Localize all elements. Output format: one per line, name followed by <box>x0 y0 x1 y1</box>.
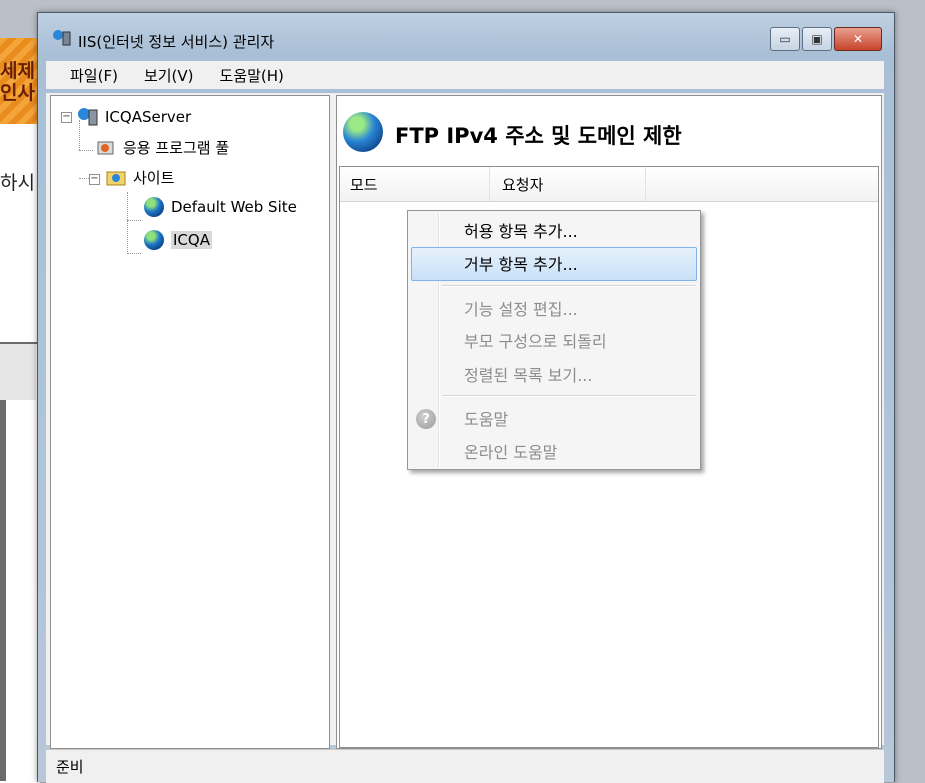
close-button[interactable]: ✕ <box>834 27 882 51</box>
menu-item-label: 도움말 <box>464 410 509 429</box>
menu-item-label: 거부 항목 추가... <box>464 255 578 274</box>
menu-item-edit-feature-settings[interactable]: 기능 설정 편집... <box>464 293 578 323</box>
feature-globe-icon <box>343 112 383 152</box>
connections-tree: − ICQAServer 응용 프로그램 풀 − 사이트 Default Web… <box>50 95 330 749</box>
tree-item-label: 응용 프로그램 풀 <box>123 138 230 157</box>
tree-item-sites[interactable]: 사이트 <box>105 164 174 190</box>
expander-server[interactable]: − <box>61 112 72 123</box>
minimize-button[interactable]: ▭ <box>770 27 800 51</box>
tree-line <box>127 253 141 254</box>
status-bar: 준비 <box>46 749 884 783</box>
menu-item-add-allow[interactable]: 허용 항목 추가... <box>464 215 578 245</box>
iis-app-icon <box>52 29 72 51</box>
background-window-pane <box>0 124 40 342</box>
menu-item-view-ordered-list[interactable]: 정렬된 목록 보기... <box>464 359 592 389</box>
expander-sites[interactable]: − <box>89 174 100 185</box>
status-text: 준비 <box>56 758 84 776</box>
app-pool-icon <box>95 137 117 157</box>
menu-item-label: 온라인 도움말 <box>464 443 558 462</box>
tree-item-label: 사이트 <box>133 168 175 187</box>
minimize-icon: ▭ <box>779 32 791 46</box>
column-header-mode[interactable]: 모드 <box>340 167 490 201</box>
column-header-requestor[interactable]: 요청자 <box>490 167 646 201</box>
menu-item-label: 기능 설정 편집... <box>464 300 578 319</box>
menu-view[interactable]: 보기(V) <box>144 65 194 86</box>
menu-file[interactable]: 파일(F) <box>70 65 118 86</box>
feature-title: FTP IPv4 주소 및 도메인 제한 <box>395 124 682 148</box>
menu-item-label: 부모 구성으로 되돌리 <box>464 332 607 351</box>
background-window-lower <box>0 342 40 783</box>
tree-item-app-pools[interactable]: 응용 프로그램 풀 <box>95 134 229 160</box>
tree-line <box>127 220 141 221</box>
tree-line <box>127 192 128 254</box>
tree-item-label: Default Web Site <box>171 198 297 216</box>
column-label: 요청자 <box>502 175 544 194</box>
menu-item-add-deny[interactable]: 거부 항목 추가... <box>464 248 578 278</box>
globe-icon <box>143 197 165 217</box>
tree-item-label: ICQA <box>171 231 212 249</box>
tree-line <box>79 150 93 151</box>
menu-bar: 파일(F) 보기(V) 도움말(H) <box>46 61 884 89</box>
globe-icon <box>143 230 165 250</box>
tree-item-label: ICQAServer <box>105 108 192 126</box>
close-icon: ✕ <box>852 32 864 46</box>
list-header: 모드 요청자 <box>340 167 878 202</box>
maximize-icon: ▣ <box>811 32 823 46</box>
menu-item-label: 정렬된 목록 보기... <box>464 366 593 385</box>
menu-item-online-help[interactable]: 온라인 도움말 <box>464 436 557 466</box>
menu-separator <box>442 285 696 287</box>
tree-item-icqa[interactable]: ICQA <box>143 227 212 253</box>
menu-help[interactable]: 도움말(H) <box>220 65 284 86</box>
background-pane-text: 하시 <box>0 172 35 194</box>
help-icon: ? <box>416 409 436 429</box>
window-title: IIS(인터넷 정보 서비스) 관리자 <box>78 33 275 51</box>
title-bar[interactable]: IIS(인터넷 정보 서비스) 관리자 ▭ ▣ ✕ <box>38 13 894 57</box>
background-lower-header <box>0 344 36 400</box>
maximize-button[interactable]: ▣ <box>802 27 832 51</box>
caption-buttons: ▭ ▣ ✕ <box>768 27 882 51</box>
menu-item-revert-to-parent[interactable]: 부모 구성으로 되돌리 <box>464 325 607 355</box>
server-icon <box>77 107 99 127</box>
context-menu: 허용 항목 추가... 거부 항목 추가... 기능 설정 편집... 부모 구… <box>407 210 701 470</box>
background-lower-rail <box>0 400 6 781</box>
menu-item-help[interactable]: 도움말 <box>464 403 508 433</box>
tree-item-server[interactable]: ICQAServer <box>77 104 191 130</box>
column-label: 모드 <box>350 175 378 194</box>
folder-icon <box>105 167 127 187</box>
background-banner-text: 세제 인사 <box>0 60 35 104</box>
menu-item-label: 허용 항목 추가... <box>464 222 578 241</box>
menu-separator <box>442 395 696 397</box>
tree-item-default-web-site[interactable]: Default Web Site <box>143 194 297 220</box>
